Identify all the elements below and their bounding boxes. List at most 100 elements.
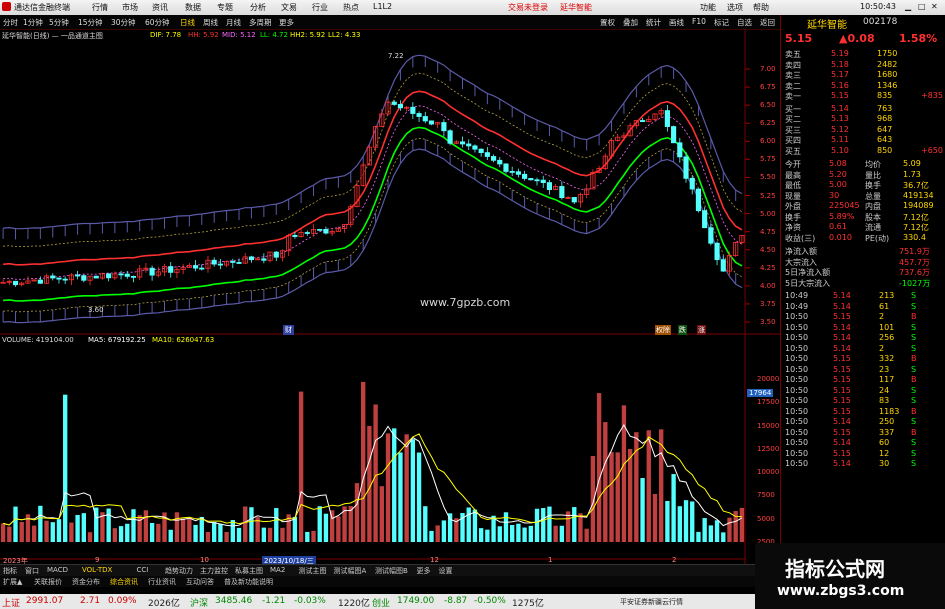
tick-row[interactable]: 10:50 5.15 24 S xyxy=(781,386,945,397)
period-tab[interactable]: 30分钟 xyxy=(111,17,136,28)
indicator-tab[interactable]: 测试主图 xyxy=(299,566,327,576)
tool-button[interactable]: 画线 xyxy=(669,17,684,28)
flow-row[interactable]: 大宗流入 457.7万 xyxy=(781,257,945,268)
period-tab[interactable]: 更多 xyxy=(279,17,294,28)
tick-row[interactable]: 10:50 5.14 256 S xyxy=(781,333,945,344)
tick-row[interactable]: 10:50 5.15 332 B xyxy=(781,354,945,365)
tick-row[interactable]: 10:50 5.15 1183 B xyxy=(781,407,945,418)
menu-item-news[interactable]: 资讯 xyxy=(152,2,168,13)
tick-row[interactable]: 10:50 5.14 30 S xyxy=(781,459,945,470)
stat-row[interactable]: 最低 5.00 换手 36.7亿 xyxy=(781,180,945,191)
indicator-tab[interactable]: 窗口 xyxy=(25,566,39,576)
event-marker[interactable]: 财 xyxy=(283,325,294,335)
bid-row[interactable]: 买三 5.12 647 xyxy=(781,125,945,136)
period-tab[interactable]: 1分钟 xyxy=(23,17,43,28)
indicator-tab[interactable]: VOL-TDX xyxy=(82,566,112,574)
menu-item-topic[interactable]: 专题 xyxy=(217,2,233,13)
indicator-tab[interactable]: 趋势动力 xyxy=(165,566,193,576)
tool-button[interactable]: 置权 xyxy=(600,17,615,28)
chart-area[interactable]: 延华智能(日线) — 一品通道主图 DIF: 7.78 HH: 5.92 MID… xyxy=(0,29,780,566)
tool-button[interactable]: 返回 xyxy=(760,17,775,28)
tool-button[interactable]: 叠加 xyxy=(623,17,638,28)
ask-row[interactable]: 卖一 5.15 835 +835 xyxy=(781,91,945,102)
tick-row[interactable]: 10:50 5.14 60 S xyxy=(781,438,945,449)
info-tab[interactable]: 综合资讯 xyxy=(110,577,138,587)
close-icon[interactable]: ✕ xyxy=(931,2,938,11)
indicator-tab[interactable]: 设置 xyxy=(439,566,453,576)
stat-row[interactable]: 现量 30 总量 419134 xyxy=(781,191,945,202)
tick-row[interactable]: 10:50 5.15 117 B xyxy=(781,375,945,386)
bid-row[interactable]: 买五 5.10 850 +650 xyxy=(781,146,945,157)
period-tab[interactable]: 月线 xyxy=(226,17,241,28)
indicator-tab[interactable]: MA2 xyxy=(270,566,285,574)
bid-row[interactable]: 买四 5.11 643 xyxy=(781,135,945,146)
indicator-tab[interactable]: MACD xyxy=(47,566,68,574)
period-tab-active[interactable]: 日线 xyxy=(180,17,195,28)
info-tab[interactable]: 互动问答 xyxy=(186,577,214,587)
ask-row[interactable]: 卖四 5.18 2482 xyxy=(781,60,945,71)
tick-row[interactable]: 10:50 5.14 2 S xyxy=(781,344,945,355)
flow-row[interactable]: 净流入额 751.9万 xyxy=(781,246,945,257)
stat-row[interactable]: 收益(三) 0.010 PE(动) 330.4 xyxy=(781,233,945,244)
ask-row[interactable]: 卖二 5.16 1346 xyxy=(781,81,945,92)
period-tab[interactable]: 5分钟 xyxy=(49,17,69,28)
stat-row[interactable]: 换手 5.89% 股本 7.12亿 xyxy=(781,212,945,223)
menu-item-quotes[interactable]: 行情 xyxy=(92,2,108,13)
maximize-icon[interactable]: □ xyxy=(918,2,926,11)
menu-item-help[interactable]: 帮助 xyxy=(753,2,769,13)
menu-item-function[interactable]: 功能 xyxy=(700,2,716,13)
menu-item-trade[interactable]: 文易 xyxy=(281,2,297,13)
event-marker[interactable]: 跌 xyxy=(678,325,687,335)
menu-item-industry[interactable]: 行业 xyxy=(312,2,328,13)
stat-row[interactable]: 最高 5.20 量比 1.73 xyxy=(781,170,945,181)
info-tab[interactable]: 资金分布 xyxy=(72,577,100,587)
login-notice[interactable]: 交易未登录 xyxy=(508,2,548,13)
period-tab[interactable]: 多周期 xyxy=(249,17,272,28)
bid-row[interactable]: 买二 5.13 968 xyxy=(781,114,945,125)
tick-row[interactable]: 10:50 5.15 12 S xyxy=(781,449,945,460)
period-tab[interactable]: 周线 xyxy=(203,17,218,28)
minimize-icon[interactable]: ▁ xyxy=(905,2,911,11)
stat-row[interactable]: 今开 5.08 均价 5.09 xyxy=(781,159,945,170)
menu-item-analysis[interactable]: 分析 xyxy=(250,2,266,13)
menu-item-hot[interactable]: 热点 xyxy=(343,2,359,13)
indicator-tab[interactable]: 主力监控 xyxy=(200,566,228,576)
event-marker[interactable]: 权除 xyxy=(655,325,671,335)
indicator-tab[interactable]: CCI xyxy=(137,566,149,574)
indicator-tab[interactable]: 指标 xyxy=(3,566,17,576)
period-tab[interactable]: 15分钟 xyxy=(78,17,103,28)
ask-row[interactable]: 卖五 5.19 1750 xyxy=(781,49,945,60)
tool-button[interactable]: 标记 xyxy=(714,17,729,28)
tool-button[interactable]: 自选 xyxy=(737,17,752,28)
indicator-tab[interactable]: 测试幅图A xyxy=(334,566,367,576)
event-marker[interactable]: 涨 xyxy=(697,325,706,335)
tick-row[interactable]: 10:49 5.14 213 S xyxy=(781,291,945,302)
menu-item-data[interactable]: 数据 xyxy=(185,2,201,13)
menu-item-l1l2[interactable]: L1L2 xyxy=(373,2,392,11)
info-tab[interactable]: 行业资讯 xyxy=(148,577,176,587)
indicator-tab[interactable]: 私募主图 xyxy=(235,566,263,576)
indicator-tab[interactable]: 测试幅图B xyxy=(375,566,408,576)
tool-button[interactable]: 统计 xyxy=(646,17,661,28)
tick-row[interactable]: 10:50 5.15 337 B xyxy=(781,428,945,439)
chart-canvas[interactable] xyxy=(0,29,780,564)
tick-row[interactable]: 10:50 5.14 250 S xyxy=(781,417,945,428)
tick-row[interactable]: 10:50 5.15 83 S xyxy=(781,396,945,407)
stat-row[interactable]: 外盘 225045 内盘 194089 xyxy=(781,201,945,212)
ask-row[interactable]: 卖三 5.17 1680 xyxy=(781,70,945,81)
flow-row[interactable]: 5日大宗流入 -1027万 xyxy=(781,278,945,289)
info-tab[interactable]: 普及新功能说明 xyxy=(224,577,273,587)
tick-row[interactable]: 10:49 5.14 61 S xyxy=(781,302,945,313)
indicator-tab[interactable]: 更多 xyxy=(417,566,431,576)
info-tab[interactable]: 关联报价 xyxy=(34,577,62,587)
tick-row[interactable]: 10:50 5.15 23 S xyxy=(781,365,945,376)
menu-item-options[interactable]: 选项 xyxy=(727,2,743,13)
flow-row[interactable]: 5日净流入额 737.6万 xyxy=(781,267,945,278)
period-tab[interactable]: 分时 xyxy=(3,17,18,28)
menu-item-market[interactable]: 市场 xyxy=(122,2,138,13)
tool-button[interactable]: F10 xyxy=(692,17,706,26)
info-tab[interactable]: 扩展▲ xyxy=(3,577,22,587)
period-tab[interactable]: 60分钟 xyxy=(145,17,170,28)
tick-row[interactable]: 10:50 5.14 101 S xyxy=(781,323,945,334)
stat-row[interactable]: 净资 0.61 流通 7.12亿 xyxy=(781,222,945,233)
